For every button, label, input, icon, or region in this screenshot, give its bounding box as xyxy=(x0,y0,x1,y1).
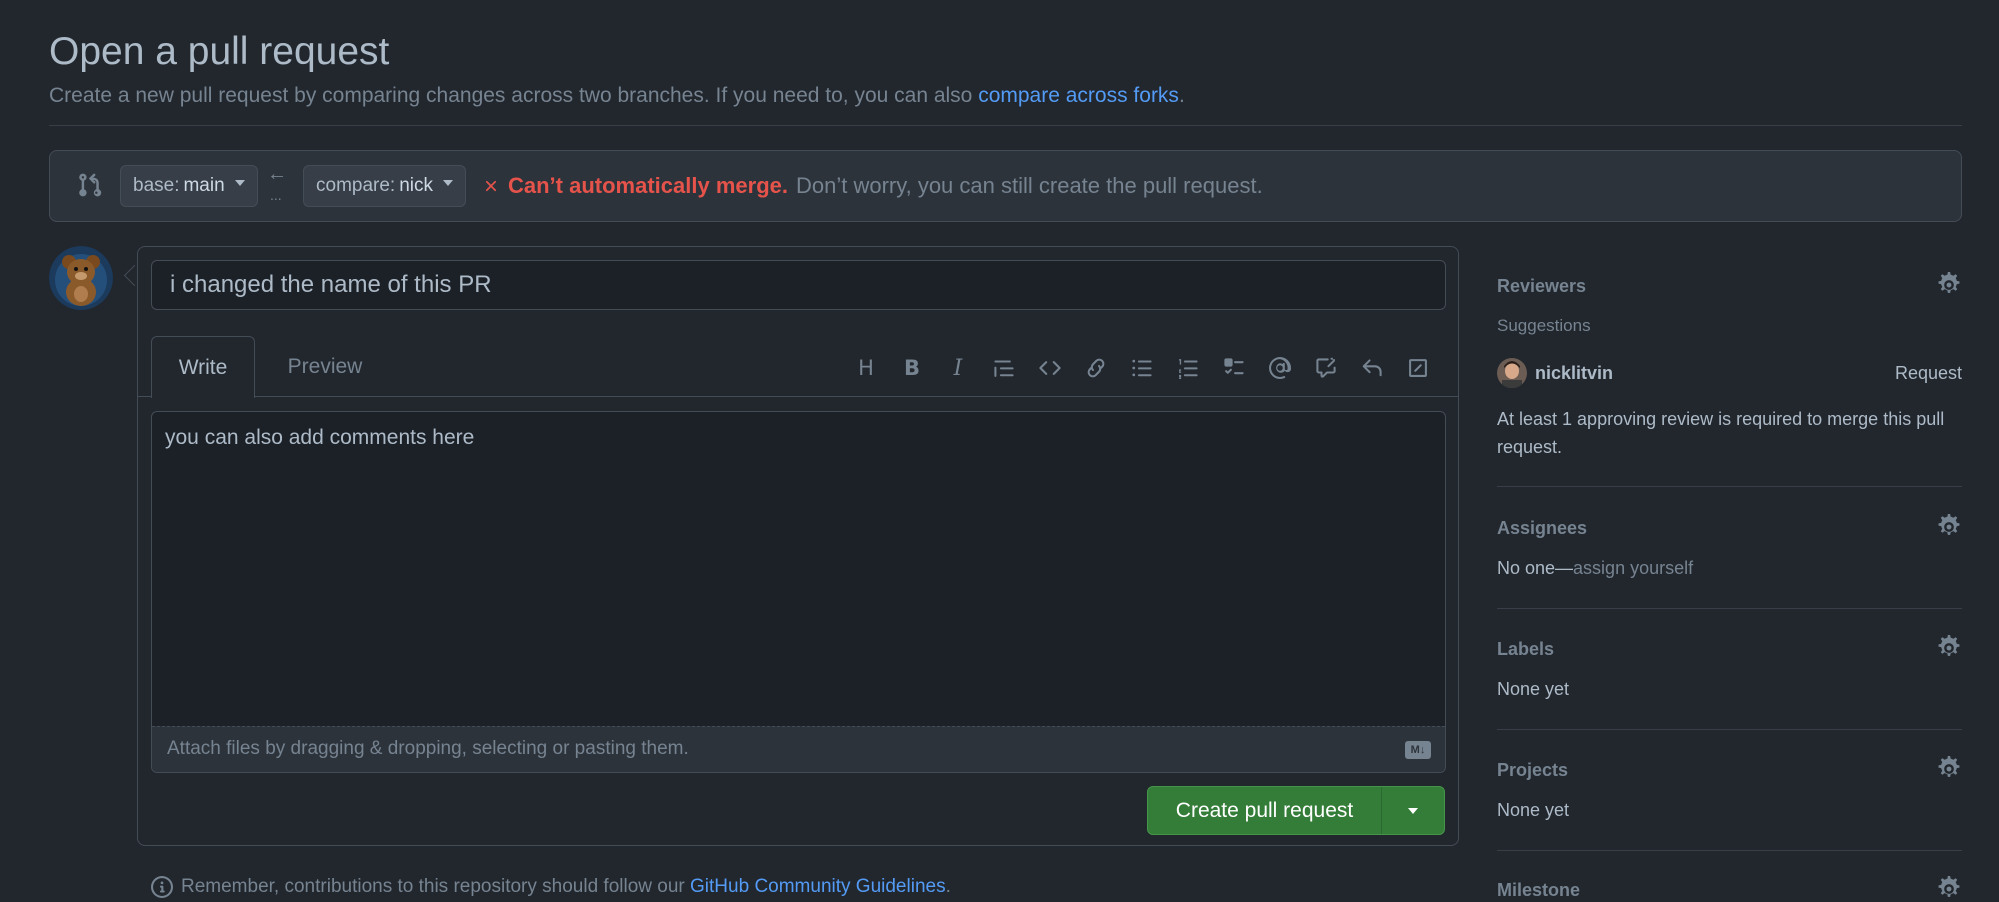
info-icon xyxy=(151,876,173,898)
page-title: Open a pull request xyxy=(49,30,390,73)
subtitle-text: Create a new pull request by comparing c… xyxy=(49,84,979,107)
left-arrow-icon: ← xyxy=(267,163,287,185)
markdown-toolbar: H B I xyxy=(850,352,1448,384)
mention-icon[interactable] xyxy=(1264,352,1296,384)
compare-branch-value: nick xyxy=(399,175,433,196)
community-guidelines-note: Remember, contributions to this reposito… xyxy=(151,876,951,898)
subtitle-suffix: . xyxy=(1178,84,1185,107)
base-branch-value: main xyxy=(183,175,225,196)
suggestions-label: Suggestions xyxy=(1497,316,1591,335)
code-icon[interactable] xyxy=(1034,352,1066,384)
avatar xyxy=(49,246,113,310)
compare-bar: base: main ← ... compare: nick Can’t aut… xyxy=(49,150,1962,222)
divider xyxy=(1497,729,1962,730)
comment-textarea[interactable]: you can also add comments here Attach fi… xyxy=(151,411,1446,773)
merge-note-text: Don’t worry, you can still create the pu… xyxy=(795,173,1263,198)
projects-gear-icon[interactable] xyxy=(1936,756,1962,782)
assignees-heading[interactable]: Assignees xyxy=(1497,518,1587,539)
create-pull-request-button[interactable]: Create pull request xyxy=(1147,786,1445,835)
quote-icon[interactable] xyxy=(988,352,1020,384)
attach-files-text: Attach files by dragging & dropping, sel… xyxy=(167,738,689,759)
bold-icon[interactable]: B xyxy=(896,352,928,384)
projects-value: None yet xyxy=(1497,800,1570,820)
merge-status-text: Can’t automatically merge. xyxy=(508,173,788,198)
cross-reference-icon[interactable] xyxy=(1310,352,1342,384)
note-suffix: . xyxy=(945,876,951,897)
divider xyxy=(1497,486,1962,487)
reviewers-note: At least 1 approving review is required … xyxy=(1497,409,1945,457)
title-input[interactable] xyxy=(151,260,1446,310)
x-icon xyxy=(482,177,500,195)
header-divider xyxy=(49,125,1962,126)
labels-value: None yet xyxy=(1497,679,1570,699)
reply-icon[interactable] xyxy=(1356,352,1388,384)
divider xyxy=(1497,850,1962,851)
create-pull-request-label[interactable]: Create pull request xyxy=(1148,787,1382,834)
tab-write[interactable]: Write xyxy=(151,336,255,398)
comment-body-text: you can also add comments here xyxy=(165,426,475,449)
chevron-down-icon xyxy=(443,180,453,186)
reviewers-heading[interactable]: Reviewers xyxy=(1497,276,1586,297)
create-options-dropdown[interactable] xyxy=(1382,787,1444,834)
base-label: base: xyxy=(133,175,180,196)
ellipsis-text: ... xyxy=(270,187,282,203)
chevron-down-icon xyxy=(234,180,245,186)
markdown-icon[interactable]: M↓ xyxy=(1405,741,1431,759)
assignees-value: No one—assign yourself xyxy=(1497,554,1693,582)
labels-gear-icon[interactable] xyxy=(1936,635,1962,661)
chevron-down-icon xyxy=(1408,807,1418,814)
compare-label: compare: xyxy=(316,175,396,196)
assign-yourself-link[interactable]: assign yourself xyxy=(1573,558,1693,578)
git-compare-icon xyxy=(76,172,102,198)
slash-command-icon[interactable] xyxy=(1402,352,1434,384)
base-branch-select[interactable]: base: main xyxy=(120,165,258,207)
divider xyxy=(1497,608,1962,609)
attach-files-bar[interactable]: Attach files by dragging & dropping, sel… xyxy=(152,726,1445,772)
italic-icon[interactable]: I xyxy=(942,352,974,384)
compare-branch-select[interactable]: compare: nick xyxy=(303,165,466,207)
page-subtitle: Create a new pull request by comparing c… xyxy=(49,82,1185,110)
milestone-gear-icon[interactable] xyxy=(1936,876,1962,902)
link-icon[interactable] xyxy=(1080,352,1112,384)
labels-heading[interactable]: Labels xyxy=(1497,639,1554,660)
no-one-text: No one— xyxy=(1497,558,1574,578)
merge-status: Can’t automatically merge. Don’t worry, … xyxy=(482,171,1263,201)
compare-across-forks-link[interactable]: compare across forks xyxy=(978,84,1179,107)
heading-icon[interactable]: H xyxy=(850,352,882,384)
community-guidelines-link[interactable]: GitHub Community Guidelines xyxy=(690,876,946,897)
tab-preview[interactable]: Preview xyxy=(270,336,380,398)
unordered-list-icon[interactable] xyxy=(1126,352,1158,384)
milestone-heading[interactable]: Milestone xyxy=(1497,880,1580,901)
assignees-gear-icon[interactable] xyxy=(1936,514,1962,540)
projects-heading[interactable]: Projects xyxy=(1497,760,1568,781)
reviewer-avatar xyxy=(1497,358,1527,388)
reviewers-gear-icon[interactable] xyxy=(1936,272,1962,298)
suggested-reviewer-name: nicklitvin xyxy=(1535,363,1614,383)
note-text: Remember, contributions to this reposito… xyxy=(181,876,691,897)
request-review-link[interactable]: Request xyxy=(1895,359,1962,387)
ordered-list-icon[interactable] xyxy=(1172,352,1204,384)
task-list-icon[interactable] xyxy=(1218,352,1250,384)
